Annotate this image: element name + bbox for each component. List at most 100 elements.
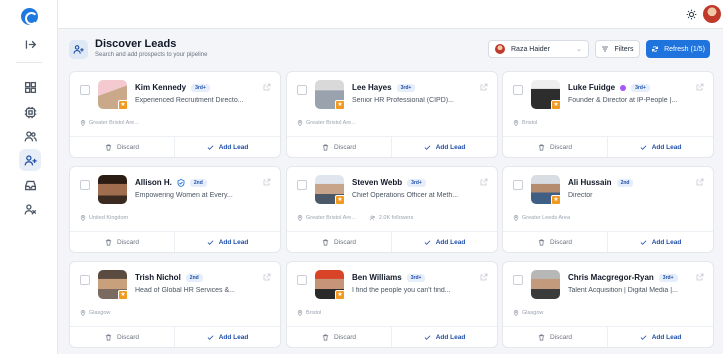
trash-icon [538,144,545,150]
external-link-icon[interactable] [696,273,704,281]
location-pin-icon [297,310,303,316]
discard-button[interactable]: Discard [70,327,175,347]
lead-card[interactable]: ★ Luke Fuidge 3rd+ Founder & Director at … [502,71,714,158]
degree-badge: 3rd+ [406,273,426,282]
premium-star-icon: ★ [335,290,345,300]
add-lead-label: Add Lead [435,333,466,341]
lead-location: Glasgow [89,310,111,316]
discard-button[interactable]: Discard [287,232,392,252]
premium-star-icon: ★ [551,195,561,205]
refresh-button[interactable]: Refresh (1/5) [646,40,710,58]
lead-name: Ali Hussain [568,178,612,187]
external-link-icon[interactable] [480,178,488,186]
lead-name: Trish Nichol [135,273,181,282]
lead-name: Steven Webb [352,178,403,187]
lead-name: Kim Kennedy [135,83,187,92]
users-icon[interactable] [19,125,41,147]
degree-badge: 2nd [189,178,207,187]
lead-checkbox[interactable] [297,85,307,95]
add-lead-button[interactable]: Add Lead [175,137,280,157]
trash-icon [105,334,112,340]
lead-card[interactable]: ★ Steven Webb 3rd+ Chief Operations Offic… [286,166,498,253]
checkmark-icon [424,334,431,340]
discard-button[interactable]: Discard [70,232,175,252]
user-minus-icon[interactable] [19,198,41,220]
page-subtitle: Search and add prospects to your pipelin… [95,52,208,58]
lead-card[interactable]: ★ Ali Hussain 2nd Director Greater Leeds … [502,166,714,253]
add-lead-button[interactable]: Add Lead [608,137,713,157]
discard-button[interactable]: Discard [503,232,608,252]
app-logo[interactable] [21,8,38,25]
lead-card[interactable]: ★ Kim Kennedy 3rd+ Experienced Recruitmen… [69,71,281,158]
inbox-icon[interactable] [19,174,41,196]
filters-icon [602,46,609,52]
external-link-icon[interactable] [263,178,271,186]
add-lead-label: Add Lead [651,333,682,341]
lead-card[interactable]: ★ Ben Williams 3rd+ I find the people you… [286,261,498,348]
external-link-icon[interactable] [263,83,271,91]
discard-label: Discard [549,238,573,246]
lead-checkbox[interactable] [80,275,90,285]
add-lead-button[interactable]: Add Lead [608,327,713,347]
lead-name: Luke Fuidge [568,83,616,92]
followers-count: 2.0K followers [378,215,414,221]
degree-badge: 3rd+ [396,83,416,92]
theme-toggle-icon[interactable] [686,9,697,20]
lead-location: Bristol [306,310,322,316]
lead-checkbox[interactable] [80,180,90,190]
lead-card[interactable]: Chris Macgregor-Ryan 3rd+ Talent Acquisit… [502,261,714,348]
lead-card[interactable]: ★ Lee Hayes 3rd+ Senior HR Professional (… [286,71,498,158]
location-pin-icon [513,120,519,126]
lead-checkbox[interactable] [297,275,307,285]
discard-button[interactable]: Discard [287,327,392,347]
discard-label: Discard [549,143,573,151]
add-lead-label: Add Lead [218,143,249,151]
lead-headline: Director [568,192,593,199]
external-link-icon[interactable] [696,83,704,91]
lead-checkbox[interactable] [513,180,523,190]
refresh-label: Refresh (1/5) [664,45,705,53]
trash-icon [538,239,545,245]
chip-icon[interactable] [19,101,41,123]
trash-icon [322,239,329,245]
add-lead-button[interactable]: Add Lead [392,137,497,157]
discard-button[interactable]: Discard [70,137,175,157]
discard-button[interactable]: Discard [503,327,608,347]
lead-checkbox[interactable] [80,85,90,95]
lead-checkbox[interactable] [513,275,523,285]
checkmark-icon [424,239,431,245]
premium-star-icon: ★ [551,100,561,110]
discover-leads-icon[interactable] [19,149,41,171]
lead-checkbox[interactable] [297,180,307,190]
checkmark-icon [640,239,647,245]
lead-headline: Empowering Women at Every... [135,192,233,199]
external-link-icon[interactable] [480,273,488,281]
checkmark-icon [640,334,647,340]
followers-icon [369,215,375,221]
lead-card[interactable]: Allison H. 2nd Empowering Women at Every.… [69,166,281,253]
degree-badge: 3rd+ [631,83,650,92]
add-lead-button[interactable]: Add Lead [392,327,497,347]
external-link-icon[interactable] [263,273,271,281]
user-select[interactable]: Raza Haider ⌄ [488,40,589,58]
external-link-icon[interactable] [696,178,704,186]
location-pin-icon [297,215,303,221]
add-lead-button[interactable]: Add Lead [175,327,280,347]
external-link-icon[interactable] [480,83,488,91]
chevron-down-icon: ⌄ [576,46,582,53]
lead-card[interactable]: ★ Trish Nichol 2nd Head of Global HR Serv… [69,261,281,348]
add-lead-button[interactable]: Add Lead [175,232,280,252]
filters-button[interactable]: Filters [595,40,640,58]
dashboard-icon[interactable] [19,76,41,98]
premium-star-icon: ★ [118,290,128,300]
degree-badge: 3rd+ [407,178,426,187]
lead-checkbox[interactable] [513,85,523,95]
add-lead-button[interactable]: Add Lead [608,232,713,252]
discard-button[interactable]: Discard [503,137,608,157]
add-lead-button[interactable]: Add Lead [392,232,497,252]
collapse-sidebar-icon[interactable] [19,33,41,55]
lead-photo [98,175,127,204]
add-lead-label: Add Lead [651,143,682,151]
user-avatar[interactable] [703,5,721,23]
discard-button[interactable]: Discard [287,137,392,157]
